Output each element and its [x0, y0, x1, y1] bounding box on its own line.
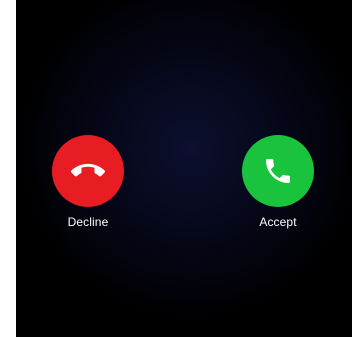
accept-button[interactable] — [242, 135, 314, 207]
incoming-call-screen: Decline Accept — [16, 0, 352, 337]
decline-label: Decline — [67, 215, 109, 229]
decline-button[interactable] — [52, 135, 124, 207]
phone-answer-icon — [262, 155, 294, 187]
accept-label: Accept — [259, 215, 297, 229]
phone-hangup-icon — [71, 154, 105, 188]
